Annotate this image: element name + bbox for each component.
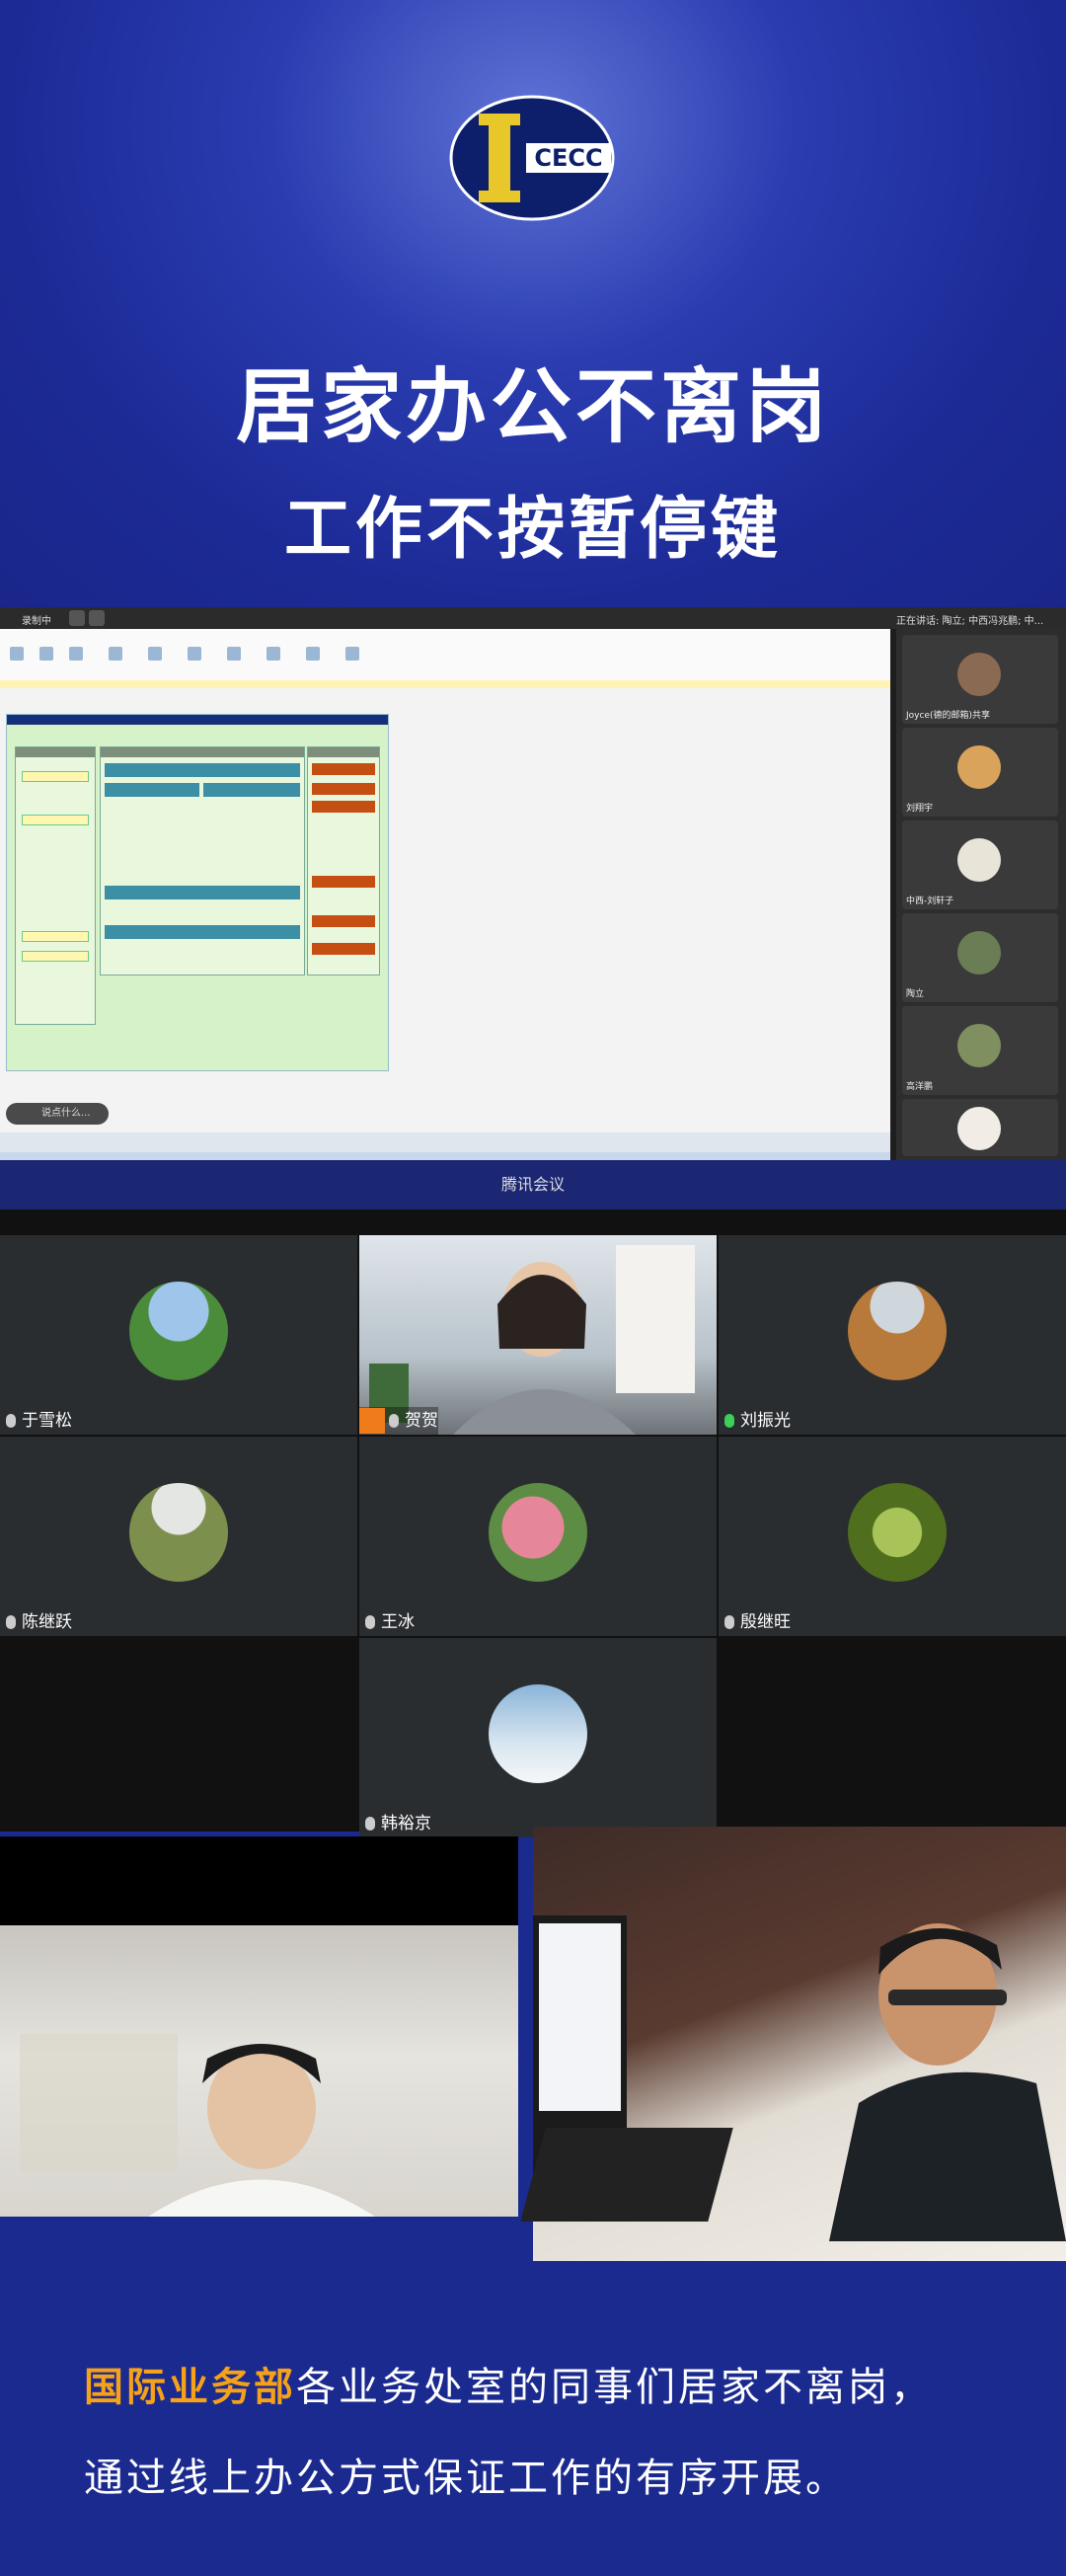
spreadsheet-window: 说点什么...: [0, 629, 890, 1160]
participant-name-label: 王冰: [359, 1608, 415, 1636]
participant-name: 高洋鹏: [906, 1082, 934, 1092]
calculation-column: [100, 746, 305, 976]
input-column: [15, 746, 96, 1025]
caption-highlight: 国际业务部: [84, 2365, 296, 2410]
avatar: [489, 1483, 587, 1582]
recording-toolbar: 录制中 正在讲话: 陶立; 中西冯兆鹏; 中...: [0, 607, 1066, 629]
avatar: [848, 1483, 947, 1582]
avatar: [957, 838, 1001, 882]
office-desk-photo-right: [520, 1827, 1066, 2261]
mic-icon: [724, 1414, 734, 1428]
participant-tile[interactable]: 韩裕京: [359, 1638, 717, 1837]
avatar: [848, 1282, 947, 1380]
headline-line2: 工作不按暂停键: [283, 491, 782, 569]
participant-tile[interactable]: 王冰: [359, 1437, 717, 1636]
notification-bar: [0, 680, 890, 688]
windows-taskbar: [0, 1152, 890, 1160]
avatar: [957, 653, 1001, 696]
participant-name-label: 韩裕京: [359, 1810, 431, 1837]
avatar: [129, 1483, 228, 1582]
person-at-webcam: [20, 2034, 375, 2217]
pause-icon[interactable]: [69, 610, 85, 626]
participant-tile[interactable]: 刘振光: [719, 1235, 1066, 1435]
caption-line1: 国际业务部各业务处室的同事们居家不离岗，: [84, 2355, 1022, 2412]
caption-line2: 通过线上办公方式保证工作的有序开展。: [84, 2456, 848, 2501]
mic-icon: [6, 1615, 16, 1629]
svg-text:CECC: CECC: [534, 144, 602, 172]
participant-tile[interactable]: 殷继旺: [719, 1437, 1066, 1636]
participant-tile[interactable]: 高洋鹏: [902, 1006, 1058, 1095]
participant-name: Joyce(德的邮箱)共享: [906, 711, 990, 721]
mic-icon: [389, 1414, 399, 1428]
sheet-header: [7, 715, 388, 725]
room-background: [0, 1925, 518, 2217]
ribbon-icon[interactable]: [148, 647, 162, 661]
meeting-window: 腾讯会议 于雪松 贺贺 刘振光 陈继跃 王冰 殷继旺 韩裕京: [0, 1160, 1066, 1837]
speaker-video-frame: [369, 1245, 695, 1435]
ribbon-icon[interactable]: [266, 647, 280, 661]
photo-black-band: [0, 1836, 518, 1925]
ribbon-icon[interactable]: [306, 647, 320, 661]
ribbon-icon[interactable]: [69, 647, 83, 661]
mic-icon: [724, 1615, 734, 1629]
screen-share-capture: 录制中 正在讲话: 陶立; 中西冯兆鹏; 中... 说点什么... Joyce(…: [0, 607, 1066, 1160]
headline-line1: 居家办公不离岗: [235, 360, 830, 454]
avatar: [957, 1107, 1001, 1150]
participant-name-label: 陈继跃: [0, 1608, 72, 1636]
ribbon-icon[interactable]: [109, 647, 122, 661]
ribbon-icon[interactable]: [10, 647, 24, 661]
hero-banner: CECC 居家办公不离岗 工作不按暂停键: [0, 0, 1066, 612]
speaking-indicator: 正在讲话: 陶立; 中西冯兆鹏; 中...: [896, 616, 1044, 627]
ribbon-icon[interactable]: [188, 647, 201, 661]
avatar: [957, 745, 1001, 789]
participant-tile[interactable]: 于雪松: [0, 1235, 357, 1435]
caption-line1-rest: 各业务处室的同事们居家不离岗，: [296, 2365, 933, 2410]
ribbon-icon[interactable]: [345, 647, 359, 661]
chat-input[interactable]: 说点什么...: [6, 1103, 109, 1125]
participant-name-label: 于雪松: [0, 1407, 72, 1435]
participant-name-label: 殷继旺: [719, 1608, 791, 1636]
participant-sidebar: Joyce(德的邮箱)共享 刘翔宇 中西-刘轩子 陶立 高洋鹏: [896, 629, 1066, 1160]
keyboard: [520, 2128, 733, 2222]
avatar: [957, 1024, 1001, 1067]
meeting-title-bar: 腾讯会议: [0, 1160, 1066, 1210]
mic-icon: [365, 1817, 375, 1831]
cecc-logo: CECC: [449, 95, 615, 221]
participant-name: 刘翔宇: [906, 804, 934, 814]
participant-tile[interactable]: [902, 1099, 1058, 1156]
participant-name-label: 刘振光: [719, 1407, 791, 1435]
participant-name: 中西-刘轩子: [906, 897, 954, 906]
avatar: [957, 931, 1001, 975]
participant-tile[interactable]: 陈继跃: [0, 1437, 357, 1636]
stop-icon[interactable]: [89, 610, 105, 626]
avatar: [489, 1684, 587, 1783]
ribbon-icon[interactable]: [227, 647, 241, 661]
participant-tile[interactable]: Joyce(德的邮箱)共享: [902, 635, 1058, 724]
output-column: [307, 746, 380, 976]
man-at-desk: [829, 1923, 1066, 2241]
ribbon-icon[interactable]: [39, 647, 53, 661]
participant-name-label: 贺贺: [359, 1407, 438, 1435]
participant-tile[interactable]: 中西-刘轩子: [902, 820, 1058, 909]
ribbon-toolbar: [0, 629, 890, 681]
home-office-photo-left: [0, 1836, 518, 2217]
mic-icon: [365, 1615, 375, 1629]
recording-label: 录制中: [22, 616, 51, 627]
mic-icon: [6, 1414, 16, 1428]
participant-name: 陶立: [906, 989, 925, 999]
model-diagram-sheet: [6, 714, 389, 1071]
host-icon: [359, 1408, 385, 1434]
active-speaker-video[interactable]: 贺贺: [359, 1235, 717, 1435]
participant-tile[interactable]: 刘翔宇: [902, 728, 1058, 817]
participant-tile[interactable]: 陶立: [902, 913, 1058, 1002]
avatar: [129, 1282, 228, 1380]
